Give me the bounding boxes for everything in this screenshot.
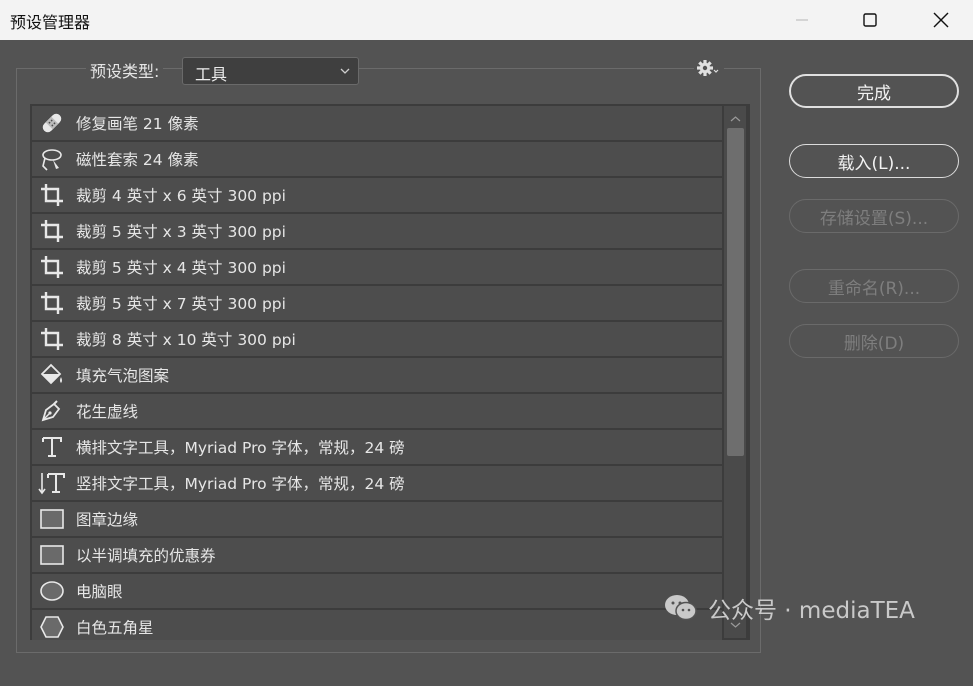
settings-menu-button[interactable] <box>694 57 724 79</box>
ellipse-icon <box>38 577 66 605</box>
scrollbar-thumb[interactable] <box>727 128 744 456</box>
pen-icon <box>38 397 66 425</box>
load-button[interactable]: 载入(L)... <box>789 144 959 178</box>
gear-icon <box>697 60 719 76</box>
preset-label: 裁剪 5 英寸 x 7 英寸 300 ppi <box>76 295 286 313</box>
minimize-icon <box>796 19 808 21</box>
watermark-text: 公众号 · mediaTEA <box>708 598 915 624</box>
preset-list-item[interactable]: 裁剪 4 英寸 x 6 英寸 300 ppi <box>32 178 722 214</box>
maximize-button[interactable] <box>847 0 893 40</box>
preset-label: 图章边缘 <box>76 511 139 529</box>
preset-list-item[interactable]: 图章边缘 <box>32 502 722 538</box>
crop-icon <box>38 253 66 281</box>
preset-label: 竖排文字工具，Myriad Pro 字体，常规，24 磅 <box>76 475 405 493</box>
scroll-up-icon[interactable] <box>727 112 744 126</box>
preset-list-item[interactable]: 裁剪 5 英寸 x 3 英寸 300 ppi <box>32 214 722 250</box>
magnetic-lasso-icon <box>38 145 66 173</box>
preset-label: 裁剪 8 英寸 x 10 英寸 300 ppi <box>76 331 296 349</box>
done-button[interactable]: 完成 <box>789 74 959 108</box>
save-settings-button[interactable]: 存储设置(S)... <box>789 199 959 233</box>
preset-label: 裁剪 4 英寸 x 6 英寸 300 ppi <box>76 187 286 205</box>
crop-icon <box>38 289 66 317</box>
close-button[interactable] <box>918 0 964 40</box>
preset-label: 电脑眼 <box>76 583 123 601</box>
preset-list-item[interactable]: 竖排文字工具，Myriad Pro 字体，常规，24 磅 <box>32 466 722 502</box>
preset-label: 裁剪 5 英寸 x 4 英寸 300 ppi <box>76 259 286 277</box>
preset-type-select[interactable]: 工具 <box>182 57 359 85</box>
watermark: 公众号 · mediaTEA <box>664 592 915 624</box>
preset-label: 花生虚线 <box>76 403 139 421</box>
rectangle-icon <box>38 505 66 533</box>
preset-list-item[interactable]: 白色五角星 <box>32 610 722 640</box>
crop-icon <box>38 325 66 353</box>
preset-label: 填充气泡图案 <box>76 367 170 385</box>
preset-label: 横排文字工具，Myriad Pro 字体，常规，24 磅 <box>76 439 405 457</box>
preset-type-label: 预设类型: <box>86 58 164 82</box>
preset-label: 裁剪 5 英寸 x 3 英寸 300 ppi <box>76 223 286 241</box>
preset-list-item[interactable]: 填充气泡图案 <box>32 358 722 394</box>
minimize-button[interactable] <box>779 0 825 40</box>
rectangle-icon <box>38 541 66 569</box>
crop-icon <box>38 217 66 245</box>
rename-button[interactable]: 重命名(R)... <box>789 269 959 303</box>
maximize-icon <box>863 13 877 27</box>
preset-list-item[interactable]: 修复画笔 21 像素 <box>32 106 722 142</box>
preset-list-item[interactable]: 裁剪 8 英寸 x 10 英寸 300 ppi <box>32 322 722 358</box>
preset-manager-dialog: 预设类型: 工具 修复画笔 21 像素 磁性套索 24 像素裁剪 4 英寸 x 6… <box>0 40 973 686</box>
preset-label: 白色五角星 <box>76 619 154 637</box>
close-icon <box>933 12 949 28</box>
crop-icon <box>38 181 66 209</box>
preset-label: 修复画笔 21 像素 <box>76 115 199 133</box>
paint-bucket-icon <box>38 361 66 389</box>
preset-list-item[interactable]: 磁性套索 24 像素 <box>32 142 722 178</box>
polygon-icon <box>38 613 66 640</box>
preset-list[interactable]: 修复画笔 21 像素 磁性套索 24 像素裁剪 4 英寸 x 6 英寸 300 p… <box>30 104 750 640</box>
window-title: 预设管理器 <box>10 13 91 32</box>
preset-label: 磁性套索 24 像素 <box>76 151 199 169</box>
preset-list-item[interactable]: 电脑眼 <box>32 574 722 610</box>
preset-list-item[interactable]: 以半调填充的优惠券 <box>32 538 722 574</box>
preset-type-value: 工具 <box>195 65 228 84</box>
preset-list-item[interactable]: 横排文字工具，Myriad Pro 字体，常规，24 磅 <box>32 430 722 466</box>
bandage-icon <box>38 109 66 137</box>
preset-list-item[interactable]: 花生虚线 <box>32 394 722 430</box>
preset-list-item[interactable]: 裁剪 5 英寸 x 7 英寸 300 ppi <box>32 286 722 322</box>
wechat-icon <box>665 595 697 621</box>
chevron-down-icon <box>340 68 350 74</box>
horizontal-type-icon <box>38 433 66 461</box>
preset-list-item[interactable]: 裁剪 5 英寸 x 4 英寸 300 ppi <box>32 250 722 286</box>
preset-label: 以半调填充的优惠券 <box>76 547 216 565</box>
vertical-type-icon <box>38 469 66 497</box>
title-bar: 预设管理器 <box>0 0 973 40</box>
delete-button[interactable]: 删除(D) <box>789 324 959 358</box>
